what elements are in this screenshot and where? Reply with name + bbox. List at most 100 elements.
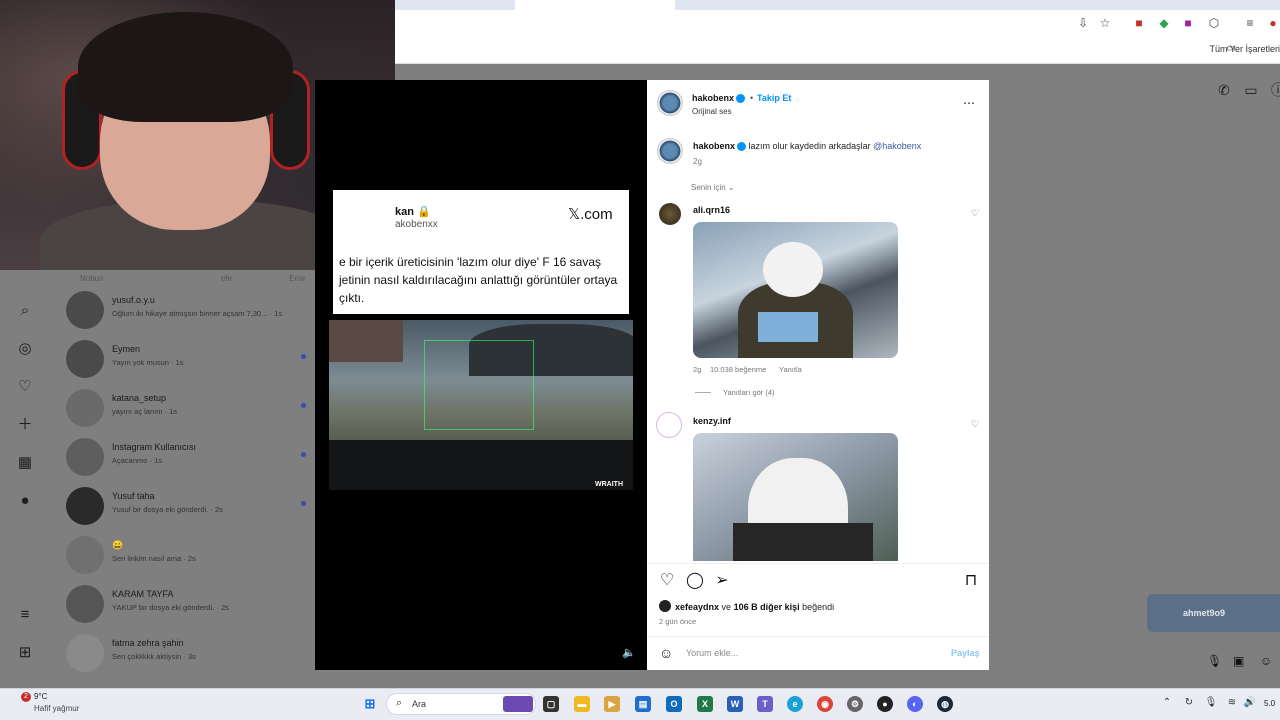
task-view-icon[interactable]: ▢	[543, 696, 559, 712]
tray-mic-icon[interactable]: 🎙	[1204, 696, 1218, 710]
comment-icon[interactable]: ◯	[686, 572, 704, 590]
profile-icon[interactable]: ●	[1266, 16, 1280, 30]
puzzle-icon[interactable]: ⬡	[1207, 16, 1221, 30]
view-replies-button[interactable]: Yanıtları gör (4)	[723, 388, 775, 397]
commenter-avatar[interactable]	[659, 203, 681, 225]
file-explorer-icon[interactable]: ▬	[574, 696, 590, 712]
windows-start-icon[interactable]: ⊞	[362, 696, 378, 712]
game-footage: WRAITH	[329, 320, 633, 490]
weather-desc[interactable]: Hafif yağmur	[34, 704, 79, 713]
like-icon[interactable]: ♡	[658, 572, 676, 590]
video-call-icon[interactable]: ▭	[1243, 82, 1259, 98]
chart-icon[interactable]: ▦	[16, 454, 34, 472]
mic-icon[interactable]: 🎙	[1207, 654, 1222, 668]
conversation-item[interactable]: 😄 Sen linkim nasıl ama · 2s	[66, 532, 306, 576]
image-icon[interactable]: ▣	[1233, 654, 1244, 668]
tweet-author: kan 🔒	[395, 206, 431, 218]
conversation-item[interactable]: Instagram Kullanıcısı Açacanmo · 1s	[66, 434, 306, 478]
comment-likes[interactable]: 10.038 beğenme	[710, 365, 766, 374]
share-icon[interactable]: ➢	[713, 572, 731, 590]
chrome-icon[interactable]: ◉	[817, 696, 833, 712]
top-label-3: Emir	[289, 274, 306, 283]
avatar-icon[interactable]: ●	[16, 492, 34, 510]
media-player-icon[interactable]: ▶	[604, 696, 620, 712]
star-icon[interactable]: ☆	[1098, 16, 1112, 30]
tray-sync-icon[interactable]: ↻	[1182, 696, 1196, 710]
apps-icon[interactable]: ⊞	[16, 644, 34, 662]
pdf-extension-icon[interactable]: ■	[1132, 16, 1146, 30]
heart-icon[interactable]: ♡	[16, 378, 34, 396]
bookmarks-bar	[395, 38, 1280, 64]
menu-icon[interactable]: ≡	[16, 606, 34, 624]
settings-icon[interactable]: ⚙	[847, 696, 863, 712]
share-comment-button[interactable]: Paylaş	[951, 648, 980, 658]
comment-like-icon[interactable]: ♡	[971, 208, 979, 219]
discord-icon[interactable]: ◐	[907, 696, 923, 712]
avatar	[66, 340, 104, 378]
pilot-helmet	[763, 242, 823, 297]
conversation-item[interactable]: Yusuf taha Yusuf bir dosya eki gönderdi.…	[66, 483, 306, 527]
shield-extension-icon[interactable]: ◆	[1157, 16, 1171, 30]
more-options-icon[interactable]: ⋯	[963, 96, 975, 110]
outlook-icon[interactable]: O	[666, 696, 682, 712]
liked-by-suffix: beğendi	[802, 602, 835, 612]
commenter-name[interactable]: ali.qrn16	[693, 205, 730, 215]
conversation-item[interactable]: KARAM TAYFA YAKUP bir dosya eki gönderdi…	[66, 581, 306, 625]
clock[interactable]: 5.0	[1264, 699, 1275, 708]
liked-by-others[interactable]: 106 B diğer kişi	[734, 602, 800, 612]
weather-temp[interactable]: 9°C	[34, 692, 47, 701]
plus-icon[interactable]: ＋	[16, 416, 34, 434]
unread-dot	[301, 501, 306, 506]
top-label-1: Nobun	[80, 274, 104, 283]
compass-icon[interactable]: ◎	[16, 340, 34, 358]
conversation-item[interactable]: yusuf.o.y.u Oğlum iki hikaye atmışsın bi…	[66, 287, 306, 331]
game-brand: WRAITH	[595, 481, 623, 488]
active-tab[interactable]	[515, 0, 675, 10]
teams-icon[interactable]: T	[757, 696, 773, 712]
store-icon[interactable]: ▤	[635, 696, 651, 712]
audio-label[interactable]: Orijinal ses	[692, 107, 732, 116]
liked-by-user[interactable]: xefeaydnx	[675, 602, 719, 612]
commenter-name[interactable]: kenzy.inf	[693, 416, 731, 426]
commenter-avatar[interactable]	[656, 412, 682, 438]
reply-button[interactable]: Yanıtla	[779, 365, 802, 374]
search-icon[interactable]: ⌕	[16, 302, 34, 320]
volume-icon[interactable]: 🔈	[622, 646, 636, 660]
media-icon[interactable]: ≡	[1243, 16, 1257, 30]
conversation-item[interactable]: fatma zehra şahin Sen çokkkkk aktiysin ·…	[66, 630, 306, 674]
sticker-icon[interactable]: ☺	[1260, 654, 1272, 668]
sort-dropdown[interactable]: Senin için ⌄	[691, 183, 735, 192]
app-icon[interactable]: ●	[877, 696, 893, 712]
word-icon[interactable]: W	[727, 696, 743, 712]
post-author[interactable]: hakobenx	[692, 93, 746, 104]
extension-icon[interactable]: ■	[1181, 16, 1195, 30]
excel-icon[interactable]: X	[697, 696, 713, 712]
comment-input[interactable]: Yorum ekle...	[686, 648, 738, 658]
conversation-item[interactable]: Eymen Yayın yok musun · 1s	[66, 336, 306, 380]
streamer-cam	[329, 320, 403, 362]
bookmark-icon[interactable]: ⊓	[962, 572, 980, 590]
volume-icon[interactable]: 🔊	[1243, 696, 1257, 710]
tray-chevron-up-icon[interactable]: ⌃	[1160, 696, 1174, 710]
conversation-item[interactable]: katana_setup yayını aç lanım · 1s	[66, 385, 306, 429]
edge-icon[interactable]: e	[787, 696, 803, 712]
caption-avatar[interactable]	[657, 138, 683, 164]
emoji-icon[interactable]: ☺	[659, 645, 673, 661]
info-icon[interactable]: ⓘ	[1270, 82, 1280, 98]
all-bookmarks-label[interactable]: Tüm Yer İşaretleri	[1209, 44, 1280, 54]
install-icon[interactable]: ⇩	[1076, 16, 1090, 30]
avatar	[66, 291, 104, 329]
comment-image[interactable]	[693, 433, 898, 561]
liker-avatar[interactable]	[659, 600, 671, 612]
wifi-icon[interactable]: ≋	[1225, 696, 1239, 710]
comment-like-icon[interactable]: ♡	[971, 419, 979, 430]
messages-top-row: Nobun efe Emir	[80, 274, 306, 283]
caption-author[interactable]: hakobenx	[693, 141, 735, 151]
comment-image[interactable]	[693, 222, 898, 358]
caption-mention[interactable]: @hakobenx	[873, 141, 921, 151]
steam-icon[interactable]: ◍	[937, 696, 953, 712]
follow-button[interactable]: Takip Et	[757, 93, 791, 103]
author-avatar[interactable]	[657, 90, 683, 116]
game-cockpit	[329, 440, 633, 490]
phone-icon[interactable]: ✆	[1216, 82, 1232, 98]
